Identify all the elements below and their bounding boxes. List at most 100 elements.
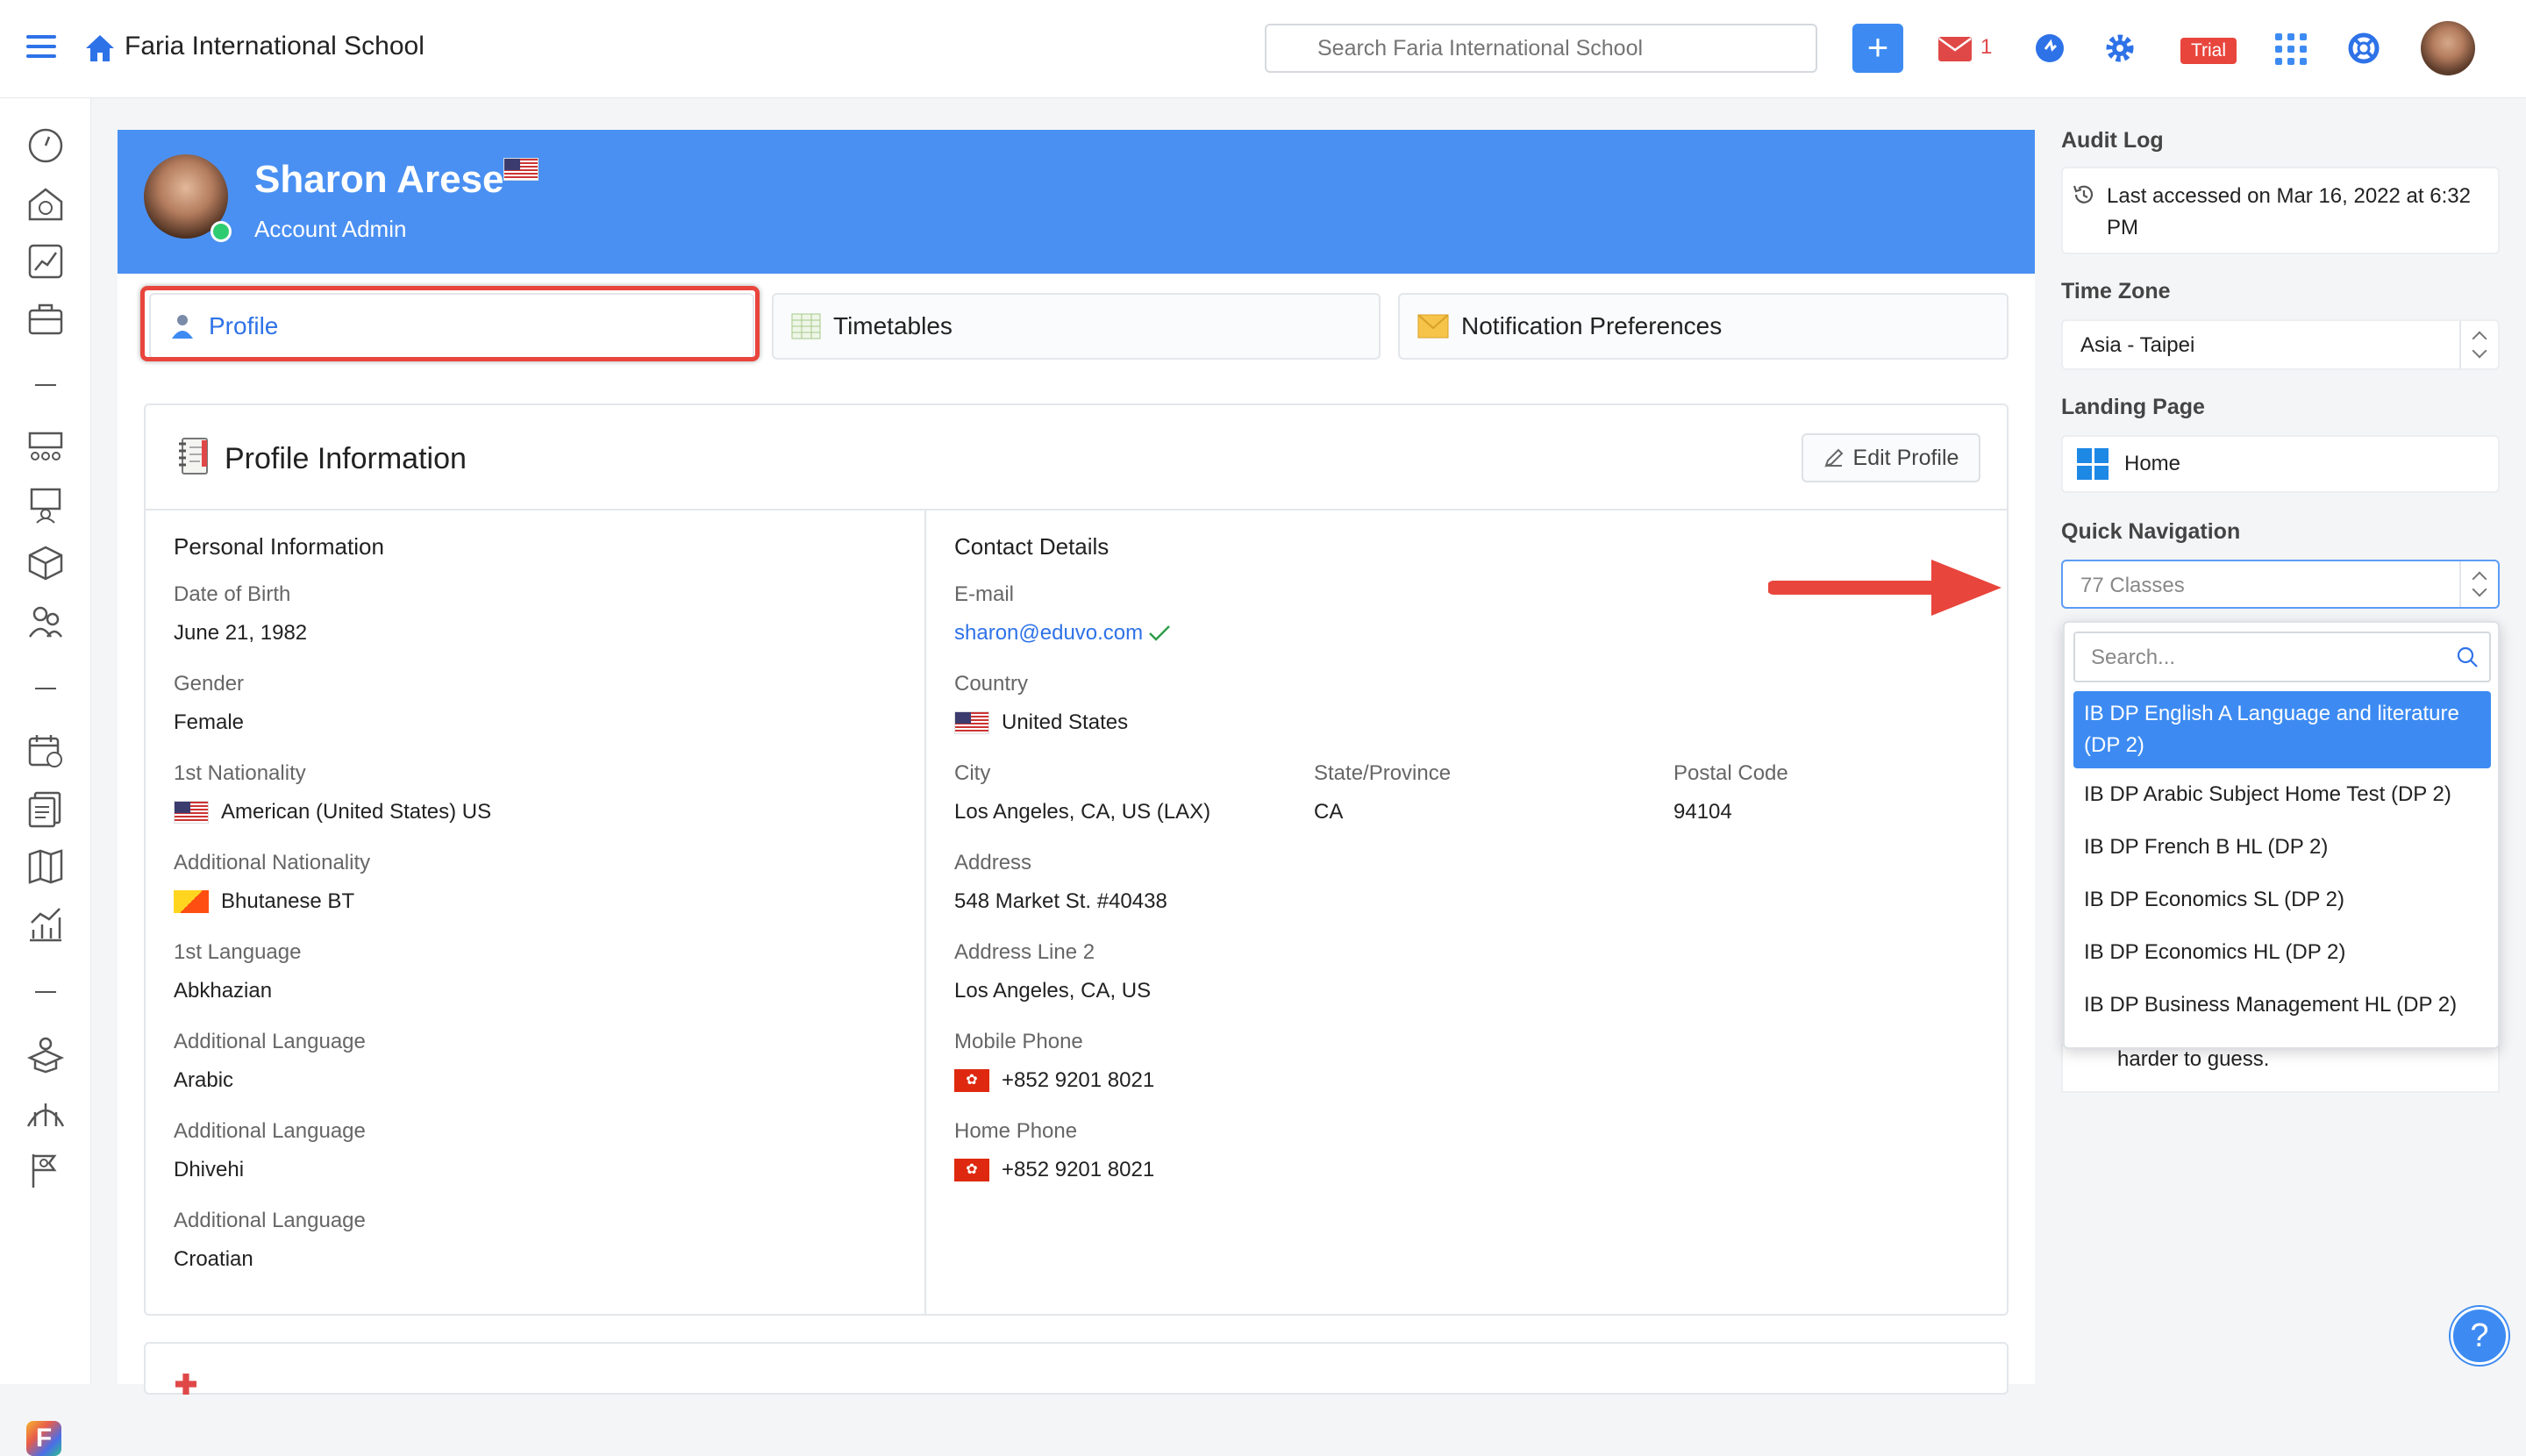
- nationality-label: 1st Nationality: [174, 761, 306, 785]
- postal-code-value: 94104: [1673, 800, 1732, 824]
- red-arrow-annotation: [1768, 560, 2002, 616]
- student-icon[interactable]: [26, 1035, 65, 1074]
- additional-nationality-value: Bhutanese BT: [174, 889, 354, 914]
- chart-icon[interactable]: [26, 242, 65, 281]
- additional-language-value: Dhivehi: [174, 1158, 245, 1181]
- nationality-text: American (United States) US: [221, 800, 492, 824]
- language-label: 1st Language: [174, 940, 302, 964]
- house-clock-icon[interactable]: [26, 184, 65, 223]
- dropdown-option[interactable]: IB DP Arabic Subject Home Test (DP 2): [2073, 779, 2491, 810]
- country-text: United States: [1002, 710, 1129, 734]
- email-link[interactable]: sharon@eduvo.com: [954, 621, 1143, 646]
- email-label: E-mail: [954, 582, 1015, 606]
- search-input[interactable]: [1265, 24, 1817, 73]
- users-icon[interactable]: [26, 602, 65, 640]
- cube-icon[interactable]: [26, 544, 65, 582]
- us-flag-icon: [174, 801, 209, 824]
- time-zone-value: Asia - Taipei: [2080, 333, 2195, 357]
- analytics-icon[interactable]: [26, 905, 65, 944]
- quick-navigation-select[interactable]: 77 Classes: [2061, 560, 2500, 609]
- additional-language-label: Additional Language: [174, 1209, 366, 1232]
- home-phone-label: Home Phone: [954, 1119, 1078, 1143]
- sidebar-divider: [35, 991, 56, 993]
- profile-name: Sharon Arese: [254, 158, 504, 201]
- state-value: CA: [1314, 800, 1344, 824]
- quick-navigation-dropdown: Search... IB DP English A Language and l…: [2063, 621, 2500, 1049]
- search-icon: [2457, 646, 2478, 667]
- dashboard-icon[interactable]: [26, 126, 65, 165]
- chevron-updown-icon: [2459, 321, 2498, 368]
- hong-kong-flag-icon: ✿: [954, 1069, 989, 1092]
- professional-details-card: [144, 1342, 2009, 1395]
- documents-icon[interactable]: [26, 789, 65, 828]
- notebook-icon: [179, 438, 208, 475]
- profile-information-card: Profile Information Edit Profile Persona…: [144, 403, 2009, 1316]
- teacher-icon[interactable]: [26, 486, 65, 525]
- tab-timetables[interactable]: Timetables: [772, 293, 1381, 360]
- mail-icon[interactable]: [1938, 37, 1972, 61]
- dob-label: Date of Birth: [174, 582, 291, 606]
- calendar-clock-icon[interactable]: [26, 732, 65, 770]
- profile-role: Account Admin: [254, 216, 407, 242]
- edit-profile-button[interactable]: Edit Profile: [1802, 433, 1980, 482]
- lifebuoy-icon[interactable]: [2347, 32, 2380, 65]
- dropdown-search-input[interactable]: Search...: [2073, 632, 2491, 682]
- user-avatar[interactable]: [2421, 21, 2475, 75]
- online-status-dot: [210, 221, 232, 242]
- dropdown-option[interactable]: IB DP French B HL (DP 2): [2073, 831, 2491, 863]
- school-name[interactable]: Faria International School: [125, 32, 425, 61]
- column-divider: [924, 510, 926, 1316]
- quick-navigation-label: Quick Navigation: [2061, 519, 2241, 544]
- help-icon[interactable]: ?: [2451, 1307, 2508, 1365]
- apps-grid-icon[interactable]: [2275, 33, 2307, 65]
- top-bar: Faria International School + 1 Trial: [0, 0, 2526, 98]
- contact-details-heading: Contact Details: [954, 533, 1110, 560]
- hidden-panel-text: harder to guess.: [2061, 1044, 2500, 1093]
- map-icon[interactable]: [26, 847, 65, 886]
- gear-icon[interactable]: [2103, 32, 2137, 65]
- address-line2-label: Address Line 2: [954, 940, 1095, 964]
- sidebar-divider: [35, 688, 56, 689]
- additional-nationality-text: Bhutanese BT: [221, 889, 355, 913]
- us-flag-icon: [503, 158, 539, 181]
- dropdown-option[interactable]: IB DP Economics HL (DP 2): [2073, 937, 2491, 968]
- dropdown-option[interactable]: IB DP English A Language and literature …: [2073, 691, 2491, 768]
- edit-profile-label: Edit Profile: [1852, 445, 1959, 470]
- home-icon[interactable]: [84, 33, 116, 63]
- flag-ideas-icon[interactable]: [26, 1151, 65, 1189]
- audit-log-box: Last accessed on Mar 16, 2022 at 6:32 PM: [2061, 167, 2500, 254]
- email-value: sharon@eduvo.com: [954, 621, 1171, 646]
- postal-code-label: Postal Code: [1673, 761, 1788, 785]
- add-button[interactable]: +: [1852, 24, 1903, 73]
- history-icon: [2073, 185, 2094, 203]
- home-phone-text: +852 9201 8021: [1002, 1158, 1155, 1181]
- chat-icon[interactable]: [2033, 32, 2066, 65]
- additional-language-value: Arabic: [174, 1068, 234, 1092]
- address-line2-value: Los Angeles, CA, US: [954, 979, 1152, 1003]
- personal-info-heading: Personal Information: [174, 533, 384, 560]
- address-label: Address: [954, 851, 1032, 874]
- us-flag-icon: [954, 711, 989, 734]
- dropdown-option[interactable]: IB DP Economics SL (DP 2): [2073, 884, 2491, 916]
- time-zone-label: Time Zone: [2061, 279, 2171, 303]
- faria-logo-icon[interactable]: F: [26, 1421, 61, 1456]
- check-icon: [1149, 625, 1171, 641]
- menu-icon[interactable]: [26, 35, 56, 58]
- trial-badge[interactable]: Trial: [2180, 38, 2237, 64]
- tab-label: Timetables: [833, 312, 953, 339]
- landing-page-label: Landing Page: [2061, 395, 2205, 419]
- tab-notification-preferences[interactable]: Notification Preferences: [1398, 293, 2009, 360]
- windows-icon: [2077, 448, 2109, 480]
- time-zone-select[interactable]: Asia - Taipei: [2061, 319, 2500, 370]
- additional-language-label: Additional Language: [174, 1030, 366, 1053]
- sidebar-divider: [35, 384, 56, 386]
- classroom-icon[interactable]: [26, 428, 65, 467]
- bridge-icon[interactable]: [26, 1093, 65, 1131]
- pencil-icon: [1823, 448, 1843, 467]
- briefcase-icon[interactable]: [26, 300, 65, 339]
- dropdown-option[interactable]: IB DP Business Management HL (DP 2): [2073, 989, 2491, 1021]
- home-phone-value: ✿ +852 9201 8021: [954, 1158, 1154, 1182]
- sidebar: F: [0, 98, 91, 1456]
- bhutan-flag-icon: [174, 890, 209, 913]
- landing-page-field[interactable]: Home: [2061, 435, 2500, 493]
